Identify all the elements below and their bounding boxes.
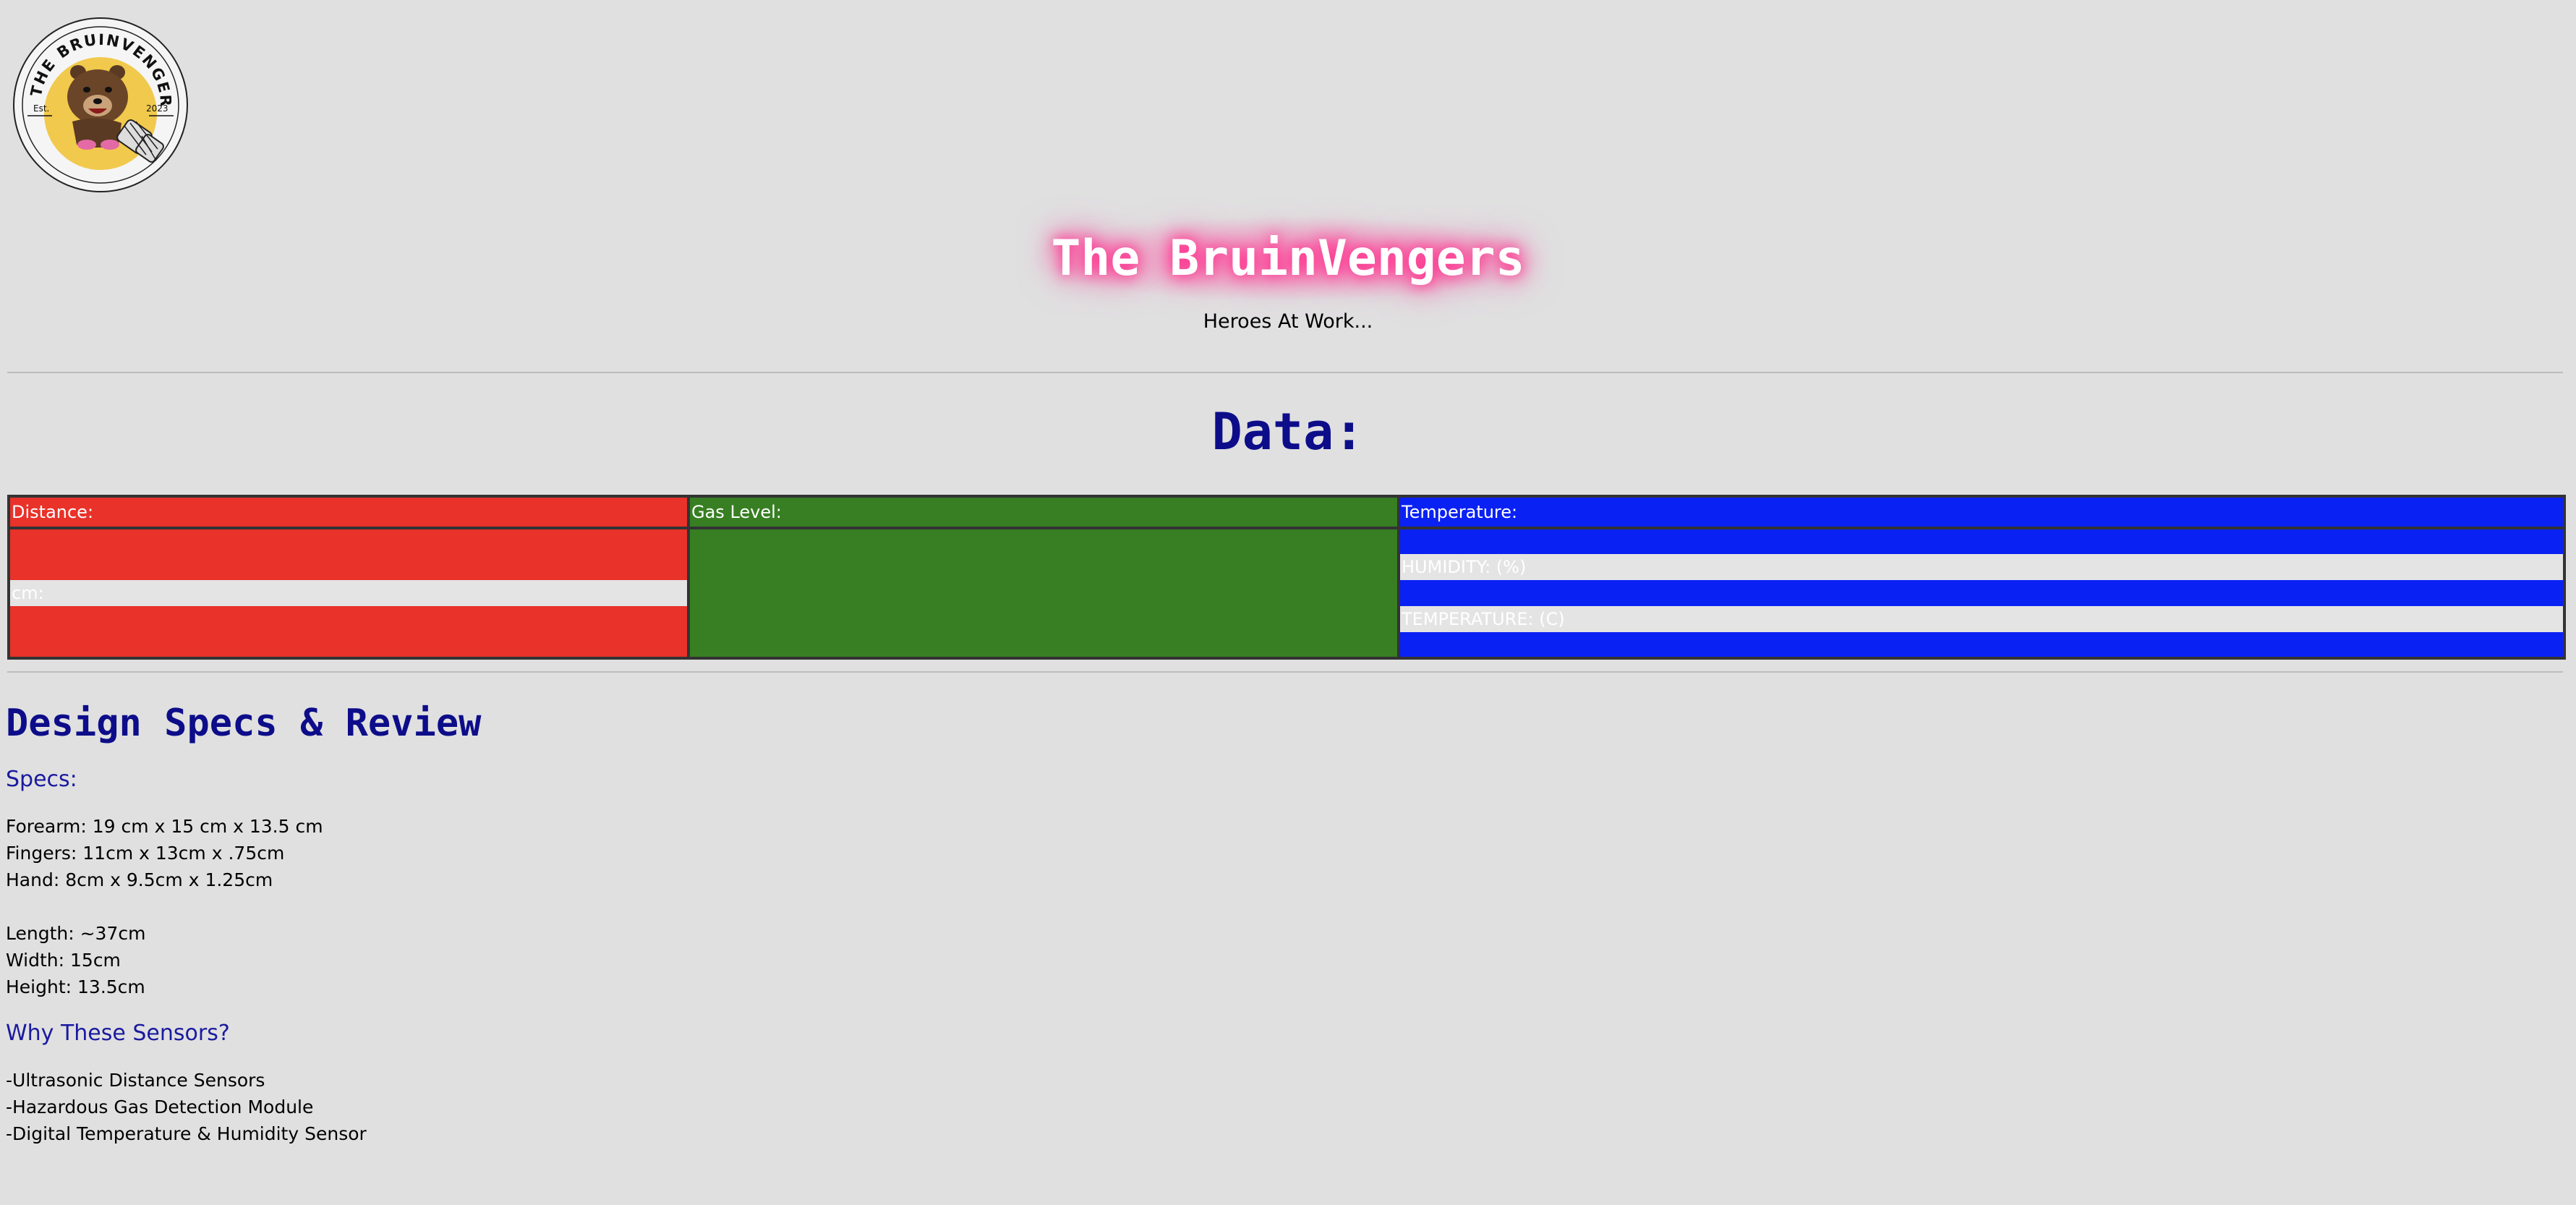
spec-line: Width: 15cm xyxy=(6,950,121,971)
logo-year-label: 2023 xyxy=(146,103,169,114)
bruinvengers-logo: THE BRUINVENGERS Est. 2023 xyxy=(12,16,188,192)
sensor-line: -Hazardous Gas Detection Module xyxy=(6,1097,314,1117)
distance-cell: cm: xyxy=(7,527,690,660)
distance-reading: cm: xyxy=(10,580,687,606)
header-divider xyxy=(7,372,2563,373)
spec-line: Fingers: 11cm x 13cm x .75cm xyxy=(6,843,285,864)
spec-line: Length: ~37cm xyxy=(6,923,146,944)
humidity-reading: HUMIDITY: (%) xyxy=(1400,554,2563,580)
sensor-data-table: Distance: Gas Level: Temperature: cm: HU… xyxy=(7,495,2566,660)
design-heading: Design Specs & Review xyxy=(6,702,482,745)
temperature-reading: TEMPERATURE: (C) xyxy=(1400,606,2563,632)
gas-level-header: Gas Level: xyxy=(687,495,1400,529)
site-header: The BruinVengers Heroes At Work... xyxy=(0,217,2576,333)
data-divider xyxy=(7,671,2563,673)
spec-line: Forearm: 19 cm x 15 cm x 13.5 cm xyxy=(6,816,323,837)
temperature-header: Temperature: xyxy=(1397,495,2566,529)
sensors-heading: Why These Sensors? xyxy=(6,1021,230,1046)
design-section: Design Specs & Review Specs: Forearm: 19… xyxy=(6,694,1452,1147)
site-tagline: Heroes At Work... xyxy=(1203,310,1373,333)
sensor-line: -Digital Temperature & Humidity Sensor xyxy=(6,1123,367,1144)
logo-est-label: Est. xyxy=(33,103,49,114)
data-heading: Data: xyxy=(1211,402,1365,461)
distance-header: Distance: xyxy=(7,495,690,529)
temperature-cell: HUMIDITY: (%) TEMPERATURE: (C) xyxy=(1397,527,2566,660)
spec-line: Height: 13.5cm xyxy=(6,976,145,997)
specs-heading: Specs: xyxy=(6,767,77,792)
sensor-line: -Ultrasonic Distance Sensors xyxy=(6,1070,265,1091)
gas-level-cell xyxy=(687,527,1400,660)
site-title: The BruinVengers xyxy=(1029,217,1547,300)
spec-line: Hand: 8cm x 9.5cm x 1.25cm xyxy=(6,869,273,890)
